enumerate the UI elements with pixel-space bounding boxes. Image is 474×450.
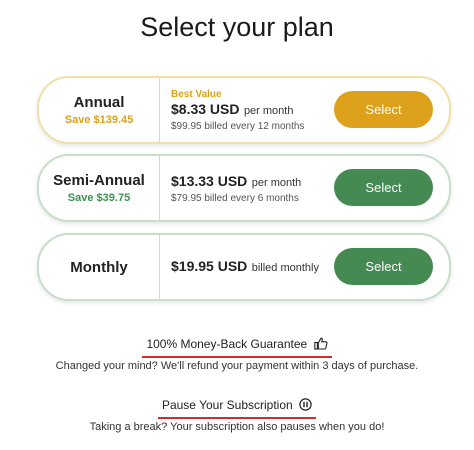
plan-card-semi-annual: Semi-Annual Save $39.75 $13.33 USD per m… xyxy=(37,154,451,222)
select-annual-button[interactable]: Select xyxy=(334,91,433,128)
page-title: Select your plan xyxy=(140,12,334,42)
plan-summary: Semi-Annual Save $39.75 xyxy=(39,156,160,220)
plan-price: $19.95 USD xyxy=(171,258,248,274)
select-semi-annual-button[interactable]: Select xyxy=(334,169,433,206)
plan-name: Annual xyxy=(73,94,125,111)
billing-info: $79.95 billed every 6 months xyxy=(171,192,299,204)
price-line: $19.95 USD billed monthly xyxy=(171,258,331,276)
plan-card-monthly: Monthly $19.95 USD billed monthly Select xyxy=(37,233,451,301)
price-suffix: per month xyxy=(251,176,302,189)
plan-summary: Monthly xyxy=(39,235,160,299)
billing-info: $99.95 billed every 12 months xyxy=(171,120,305,132)
price-line: $8.33 USD per month xyxy=(171,101,331,119)
plan-savings: Save $139.45 xyxy=(64,114,134,126)
plan-pricing: $19.95 USD billed monthly xyxy=(171,235,331,299)
plan-card-annual: Annual Save $139.45 Best Value $8.33 USD… xyxy=(37,76,451,144)
pause-title-wrap: Pause Your Subscription xyxy=(157,398,317,419)
plan-pricing: $13.33 USD per month $79.95 billed every… xyxy=(171,156,331,220)
select-monthly-button[interactable]: Select xyxy=(334,248,433,285)
plan-name: Monthly xyxy=(70,258,128,276)
price-line: $13.33 USD per month xyxy=(171,173,331,191)
plan-price: $8.33 USD xyxy=(171,100,240,117)
price-suffix: billed monthly xyxy=(251,262,319,274)
pause-title: Pause Your Subscription xyxy=(161,398,293,412)
price-suffix: per month xyxy=(243,104,294,117)
plan-name: Semi-Annual xyxy=(53,172,145,189)
plan-summary: Annual Save $139.45 xyxy=(39,78,160,142)
best-value-badge: Best Value xyxy=(171,88,222,100)
guarantee-description: Changed your mind? We'll refund your pay… xyxy=(55,360,419,372)
pause-description: Taking a break? Your subscription also p… xyxy=(89,421,385,433)
plan-price: $13.33 USD xyxy=(171,172,248,189)
pause-circle-icon xyxy=(299,398,312,414)
plan-pricing: Best Value $8.33 USD per month $99.95 bi… xyxy=(171,78,331,142)
guarantee-section: 100% Money-Back Guarantee xyxy=(0,337,474,358)
plan-savings: Save $39.75 xyxy=(67,192,131,204)
guarantee-title: 100% Money-Back Guarantee xyxy=(146,337,308,351)
thumbs-up-icon xyxy=(313,337,328,353)
pause-section: Pause Your Subscription xyxy=(0,398,474,419)
guarantee-title-wrap: 100% Money-Back Guarantee xyxy=(142,337,332,358)
